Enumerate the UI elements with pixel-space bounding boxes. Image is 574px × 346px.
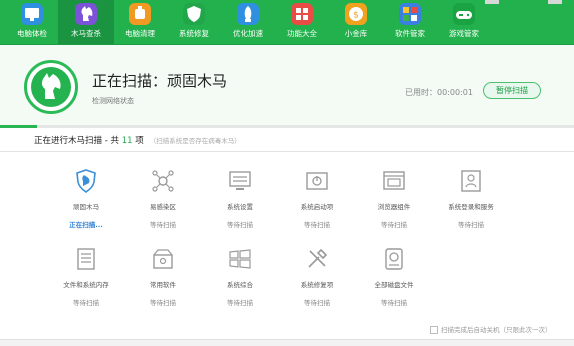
scan-item-name: 系统启动项 bbox=[300, 203, 334, 211]
scan-item-state: 等待扫描 bbox=[458, 221, 484, 229]
scan-item: 顽固木马正在扫描... bbox=[46, 168, 126, 229]
scan-item-name: 系统修复项 bbox=[300, 281, 334, 289]
windows-icon bbox=[227, 246, 253, 272]
scan-item-name: 文件和系统内存 bbox=[63, 281, 109, 289]
scan-item-state: 等待扫描 bbox=[227, 299, 253, 307]
bottom-bar bbox=[0, 339, 574, 346]
toolbar-item-broom[interactable]: 电脑清理 bbox=[112, 0, 168, 44]
toolbar-item-grid[interactable]: 功能大全 bbox=[274, 0, 330, 44]
coin-icon: $ bbox=[345, 3, 367, 25]
scan-progress-bar bbox=[0, 125, 574, 128]
scan-item: 系统综合 等待扫描 bbox=[200, 246, 280, 307]
scan-item: 常用软件 等待扫描 bbox=[123, 246, 203, 307]
scan-item: 浏览器组件 等待扫描 bbox=[354, 168, 434, 229]
toolbar-item-horse[interactable]: 木马查杀 bbox=[58, 0, 114, 44]
auto-shutdown-label: 扫描完成后自动关机（只限此次一次） bbox=[441, 326, 552, 334]
gamepad-icon bbox=[453, 3, 475, 25]
toolbar-item-label: 软件管家 bbox=[395, 29, 425, 38]
monitor-icon bbox=[21, 3, 43, 25]
file-memory-icon bbox=[73, 246, 99, 272]
status-prefix: 正在进行木马扫描 - 共 bbox=[34, 136, 122, 146]
scan-item-state: 等待扫描 bbox=[304, 221, 330, 229]
scan-subtitle: 检测网络状态 bbox=[92, 97, 134, 105]
close-button[interactable] bbox=[548, 0, 562, 4]
toolbar-item-label: 电脑清理 bbox=[125, 29, 155, 38]
toolbar-item-label: 优化加速 bbox=[233, 29, 263, 38]
shield-icon bbox=[183, 3, 205, 25]
scan-item: 系统设置 等待扫描 bbox=[200, 168, 280, 229]
toolbar-item-shield[interactable]: 系统修复 bbox=[166, 0, 222, 44]
scan-item-name: 系统设置 bbox=[227, 203, 253, 211]
scan-title: 正在扫描：顽固木马 bbox=[92, 72, 228, 90]
pause-scan-button[interactable]: 暂停扫描 bbox=[483, 82, 541, 99]
software-icon bbox=[150, 246, 176, 272]
toolbar-item-coin[interactable]: $ 小金库 bbox=[328, 0, 384, 44]
tools-icon bbox=[304, 246, 330, 272]
scan-item-name: 浏览器组件 bbox=[377, 203, 411, 211]
scan-item: 系统修复项 等待扫描 bbox=[277, 246, 357, 307]
scan-item-state: 等待扫描 bbox=[227, 221, 253, 229]
item-count: 11 bbox=[121, 136, 133, 146]
status-suffix: 项 bbox=[132, 136, 144, 146]
toolbar-item-label: 小金库 bbox=[344, 29, 368, 38]
svg-text:$: $ bbox=[353, 11, 359, 21]
minimize-button[interactable] bbox=[485, 0, 499, 4]
toolbar-item-label: 游戏管家 bbox=[449, 29, 479, 38]
scan-status-line: 正在进行木马扫描 - 共 11 项 （扫描系统是否存在病毒木马） bbox=[34, 134, 241, 146]
auto-shutdown-option[interactable]: 扫描完成后自动关机（只限此次一次） bbox=[430, 324, 552, 334]
settings-icon bbox=[227, 168, 253, 194]
shield-horse-icon bbox=[73, 168, 99, 194]
horse-logo-icon bbox=[24, 60, 78, 114]
scan-item-name: 常用软件 bbox=[150, 281, 176, 289]
toolbar-item-label: 系统修复 bbox=[179, 29, 209, 38]
apps-icon bbox=[399, 3, 421, 25]
scan-item-name: 全部磁盘文件 bbox=[374, 281, 414, 289]
scan-item-state: 等待扫描 bbox=[304, 299, 330, 307]
toolbar-item-label: 电脑体检 bbox=[17, 29, 47, 38]
divider bbox=[0, 151, 574, 152]
scan-item-name: 系统登录和服务 bbox=[448, 203, 494, 211]
broom-icon bbox=[129, 3, 151, 25]
scan-item-name: 顽固木马 bbox=[73, 203, 99, 211]
toolbar-item-label: 木马查杀 bbox=[71, 29, 101, 38]
browser-icon bbox=[381, 168, 407, 194]
grid-icon bbox=[291, 3, 313, 25]
toolbar-item-gamepad[interactable]: 游戏管家 bbox=[436, 0, 492, 44]
scan-progress-fill bbox=[0, 125, 38, 128]
virus-icon bbox=[150, 168, 176, 194]
disk-icon bbox=[381, 246, 407, 272]
scan-item-state: 正在扫描... bbox=[69, 221, 103, 229]
scan-item: 系统登录和服务 等待扫描 bbox=[431, 168, 511, 229]
scan-item-state: 等待扫描 bbox=[73, 299, 99, 307]
user-service-icon bbox=[458, 168, 484, 194]
scan-item: 全部磁盘文件 等待扫描 bbox=[354, 246, 434, 307]
toolbar-item-rocket[interactable]: 优化加速 bbox=[220, 0, 276, 44]
auto-shutdown-checkbox[interactable] bbox=[430, 326, 438, 334]
startup-icon bbox=[304, 168, 330, 194]
status-hint: （扫描系统是否存在病毒木马） bbox=[149, 137, 241, 145]
scan-item-state: 等待扫描 bbox=[381, 221, 407, 229]
scan-item-state: 等待扫描 bbox=[150, 299, 176, 307]
toolbar-item-apps[interactable]: 软件管家 bbox=[382, 0, 438, 44]
scan-item: 文件和系统内存 等待扫描 bbox=[46, 246, 126, 307]
toolbar-item-label: 功能大全 bbox=[287, 29, 317, 38]
scan-item-state: 等待扫描 bbox=[381, 299, 407, 307]
scan-item: 易感染区 等待扫描 bbox=[123, 168, 203, 229]
scan-item-name: 系统综合 bbox=[227, 281, 253, 289]
scan-item-state: 等待扫描 bbox=[150, 221, 176, 229]
rocket-icon bbox=[237, 3, 259, 25]
toolbar-item-monitor[interactable]: 电脑体检 bbox=[4, 0, 60, 44]
scan-item: 系统启动项 等待扫描 bbox=[277, 168, 357, 229]
elapsed-time: 已用时：00:00:01 bbox=[405, 88, 473, 97]
scan-item-name: 易感染区 bbox=[150, 203, 176, 211]
horse-icon bbox=[75, 3, 97, 25]
